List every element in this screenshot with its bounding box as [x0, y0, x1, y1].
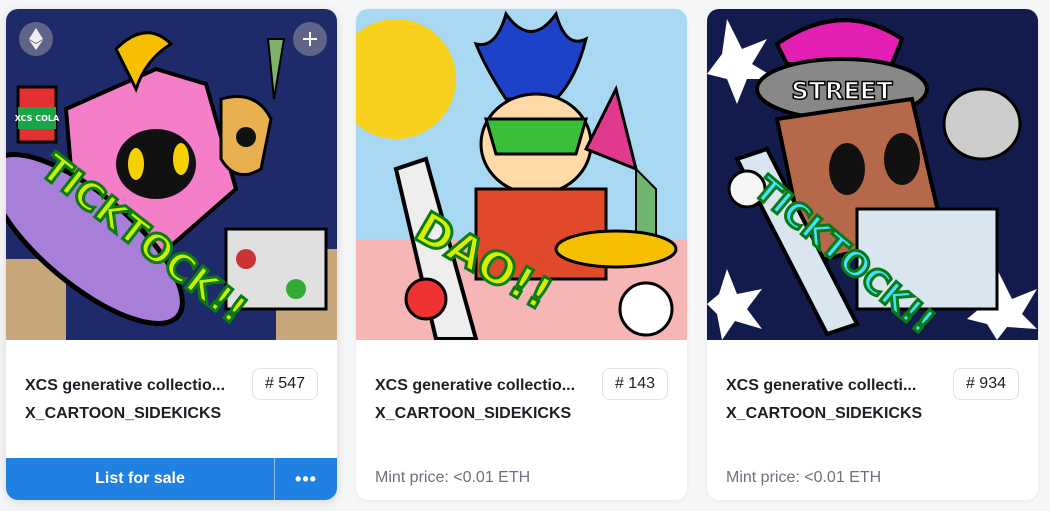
nft-card[interactable]: XCS COLA TICKTOCK!! XCS generative colle… — [6, 9, 337, 500]
cola-text: XCS COLA — [15, 114, 60, 123]
token-number-badge: # 143 — [601, 368, 668, 400]
list-for-sale-button[interactable]: List for sale — [6, 458, 275, 500]
collection-name[interactable]: X_CARTOON_SIDEKICKS — [726, 405, 922, 423]
nft-image[interactable]: STREET TICKTOCK!! — [707, 9, 1038, 340]
nft-title[interactable]: XCS generative collecti... — [726, 377, 936, 395]
token-number-badge: # 934 — [952, 368, 1019, 400]
nft-card[interactable]: DAO!! XCS generative collectio... # 143 … — [356, 9, 687, 500]
nft-image[interactable]: XCS COLA TICKTOCK!! — [6, 9, 337, 340]
more-options-button[interactable]: ••• — [275, 458, 337, 500]
street-text: STREET — [791, 77, 893, 105]
nft-title[interactable]: XCS generative collectio... — [25, 377, 235, 395]
mint-price: Mint price: <0.01 ETH — [726, 469, 882, 486]
ethereum-icon — [19, 22, 53, 56]
collection-name[interactable]: X_CARTOON_SIDEKICKS — [375, 405, 571, 423]
nft-card[interactable]: STREET TICKTOCK!! XCS generative collect… — [707, 9, 1038, 500]
nft-image[interactable]: DAO!! — [356, 9, 687, 340]
collection-name[interactable]: X_CARTOON_SIDEKICKS — [25, 405, 221, 423]
plus-icon[interactable] — [293, 22, 327, 56]
token-number-badge: # 547 — [251, 368, 318, 400]
mint-price: Mint price: <0.01 ETH — [375, 469, 531, 486]
nft-title[interactable]: XCS generative collectio... — [375, 377, 585, 395]
